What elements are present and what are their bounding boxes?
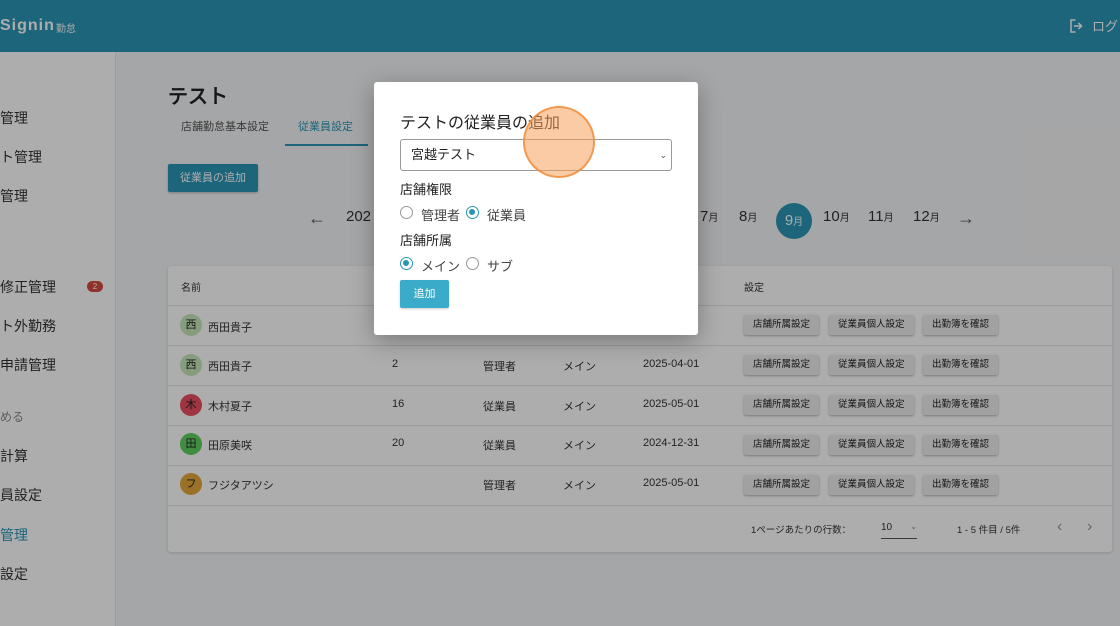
radio-sub-label: サブ	[487, 259, 514, 274]
radio-manager[interactable]	[400, 206, 413, 219]
employee-select-value: 宮越テスト	[411, 147, 477, 162]
radio-manager-label: 管理者	[421, 208, 461, 223]
affiliation-label: 店舗所属	[400, 233, 453, 248]
radio-sub[interactable]	[466, 257, 479, 270]
click-indicator	[523, 106, 595, 178]
radio-employee-label: 従業員	[487, 208, 527, 223]
permission-label: 店舗権限	[400, 182, 453, 197]
radio-main-label: メイン	[421, 259, 461, 274]
chevron-down-icon: ⌄	[659, 150, 667, 160]
dialog-add-button[interactable]: 追加	[400, 280, 449, 308]
radio-employee[interactable]	[466, 206, 479, 219]
radio-main[interactable]	[400, 257, 413, 270]
